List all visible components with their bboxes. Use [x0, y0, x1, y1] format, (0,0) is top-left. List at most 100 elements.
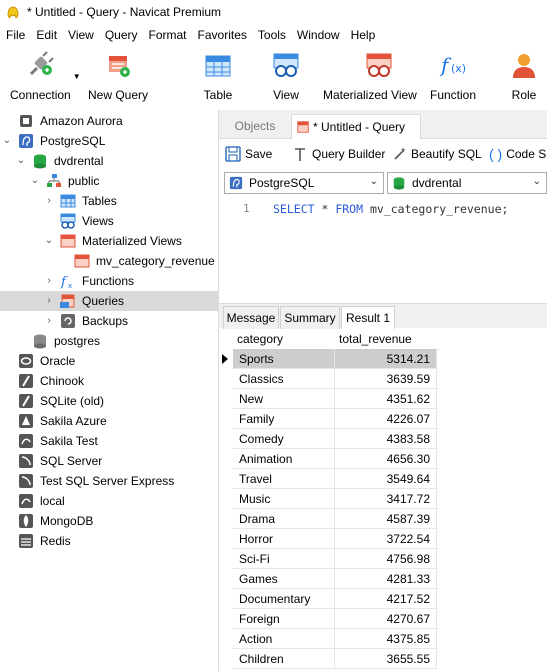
table-row[interactable]: Horror 3722.54 — [219, 529, 547, 549]
cell-category[interactable]: Travel — [233, 469, 335, 489]
tree-item-queries[interactable]: › Queries — [0, 291, 218, 311]
tree-item-sakila-azure[interactable]: Sakila Azure — [0, 411, 218, 431]
table-row[interactable]: Children 3655.55 — [219, 649, 547, 669]
table-row[interactable]: Animation 4656.30 — [219, 449, 547, 469]
tree-item-public[interactable]: ⌄ public — [0, 171, 218, 191]
connection-button[interactable]: Connection ▼ — [10, 50, 81, 102]
cell-category[interactable]: Comedy — [233, 429, 335, 449]
cell-category[interactable]: Action — [233, 629, 335, 649]
tab-summary[interactable]: Summary — [280, 306, 340, 330]
cell-total-revenue[interactable]: 3549.64 — [335, 469, 437, 489]
menu-window[interactable]: Window — [291, 28, 345, 42]
tree-item-chinook[interactable]: Chinook — [0, 371, 218, 391]
cell-total-revenue[interactable]: 5314.21 — [335, 349, 437, 369]
menu-query[interactable]: Query — [99, 28, 143, 42]
menu-format[interactable]: Format — [143, 28, 192, 42]
menu-edit[interactable]: Edit — [30, 28, 62, 42]
table-button[interactable]: Table — [203, 50, 233, 102]
tree-item-local[interactable]: local — [0, 491, 218, 511]
tree-item-sqlite-old[interactable]: SQLite (old) — [0, 391, 218, 411]
table-row[interactable]: Foreign 4270.67 — [219, 609, 547, 629]
cell-total-revenue[interactable]: 3655.55 — [335, 649, 437, 669]
database-select[interactable]: dvdrental ⌄ — [387, 172, 547, 194]
cell-category[interactable]: Documentary — [233, 589, 335, 609]
cell-category[interactable]: New — [233, 389, 335, 409]
tab-objects[interactable]: Objects — [225, 114, 285, 138]
table-row[interactable]: Comedy 4383.58 — [219, 429, 547, 449]
tab-message[interactable]: Message — [223, 306, 279, 330]
table-row[interactable]: New 4351.62 — [219, 389, 547, 409]
cell-category[interactable]: Animation — [233, 449, 335, 469]
tree-item-mongodb[interactable]: MongoDB — [0, 511, 218, 531]
chevron-right-icon[interactable]: › — [43, 295, 55, 307]
cell-total-revenue[interactable]: 3722.54 — [335, 529, 437, 549]
cell-total-revenue[interactable]: 4383.58 — [335, 429, 437, 449]
tree-item-tables[interactable]: › Tables — [0, 191, 218, 211]
tree-item-dvdrental[interactable]: ⌄ dvdrental — [0, 151, 218, 171]
cell-total-revenue[interactable]: 3639.59 — [335, 369, 437, 389]
role-button[interactable]: Role — [509, 50, 539, 102]
cell-category[interactable]: Drama — [233, 509, 335, 529]
tree-item-materialized-views[interactable]: ⌄ Materialized Views — [0, 231, 218, 251]
chevron-down-icon[interactable]: ⌄ — [29, 175, 41, 187]
menu-favorites[interactable]: Favorites — [192, 28, 252, 42]
table-row[interactable]: Sports 5314.21 — [219, 349, 547, 369]
table-row[interactable]: Games 4281.33 — [219, 569, 547, 589]
tree-item-functions[interactable]: › fx Functions — [0, 271, 218, 291]
cell-category[interactable]: Classics — [233, 369, 335, 389]
cell-category[interactable]: Horror — [233, 529, 335, 549]
save-button[interactable]: Save — [225, 146, 272, 162]
chevron-right-icon[interactable]: › — [43, 275, 55, 287]
cell-category[interactable]: Family — [233, 409, 335, 429]
cell-total-revenue[interactable]: 4375.85 — [335, 629, 437, 649]
cell-category[interactable]: Music — [233, 489, 335, 509]
tree-item-sakila-test[interactable]: Sakila Test — [0, 431, 218, 451]
table-row[interactable]: Drama 4587.39 — [219, 509, 547, 529]
tree-item-sql-server[interactable]: SQL Server — [0, 451, 218, 471]
view-button[interactable]: View — [271, 50, 301, 102]
connection-select[interactable]: PostgreSQL ⌄ — [224, 172, 384, 194]
table-row[interactable]: Classics 3639.59 — [219, 369, 547, 389]
cell-total-revenue[interactable]: 4226.07 — [335, 409, 437, 429]
tab-result-1[interactable]: Result 1 — [341, 306, 395, 330]
beautify-sql-button[interactable]: Beautify SQL — [392, 146, 482, 162]
cell-total-revenue[interactable]: 3417.72 — [335, 489, 437, 509]
cell-total-revenue[interactable]: 4656.30 — [335, 449, 437, 469]
menu-view[interactable]: View — [62, 28, 99, 42]
materialized-view-button[interactable]: Materialized View — [323, 50, 417, 102]
tree-item-test-sql-server-express[interactable]: Test SQL Server Express — [0, 471, 218, 491]
cell-total-revenue[interactable]: 4281.33 — [335, 569, 437, 589]
cell-category[interactable]: Sports — [233, 349, 335, 369]
table-row[interactable]: Family 4226.07 — [219, 409, 547, 429]
cell-category[interactable]: Games — [233, 569, 335, 589]
menu-file[interactable]: File — [0, 28, 30, 42]
chevron-down-icon[interactable]: ▼ — [73, 72, 81, 81]
table-row[interactable]: Travel 3549.64 — [219, 469, 547, 489]
tree-item-backups[interactable]: › Backups — [0, 311, 218, 331]
cell-total-revenue[interactable]: 4756.98 — [335, 549, 437, 569]
tree-item-amazon-aurora[interactable]: Amazon Aurora — [0, 111, 218, 131]
tree-item-postgresql[interactable]: ⌄ PostgreSQL — [0, 131, 218, 151]
chevron-right-icon[interactable]: › — [43, 315, 55, 327]
cell-total-revenue[interactable]: 4270.67 — [335, 609, 437, 629]
function-button[interactable]: f (x) Function — [430, 50, 476, 102]
menu-tools[interactable]: Tools — [252, 28, 291, 42]
tab-untitled-query[interactable]: * Untitled - Query — [291, 114, 421, 139]
column-header-total-revenue[interactable]: total_revenue — [335, 329, 439, 350]
query-builder-button[interactable]: Query Builder — [293, 146, 385, 162]
chevron-right-icon[interactable]: › — [43, 195, 55, 207]
chevron-down-icon[interactable]: ⌄ — [1, 135, 13, 147]
new-query-button[interactable]: New Query — [88, 50, 148, 102]
table-row[interactable]: Music 3417.72 — [219, 489, 547, 509]
column-header-category[interactable]: category — [233, 329, 339, 350]
tree-item-views[interactable]: Views — [0, 211, 218, 231]
cell-total-revenue[interactable]: 4351.62 — [335, 389, 437, 409]
table-row[interactable]: Sci-Fi 4756.98 — [219, 549, 547, 569]
tree-item-redis[interactable]: Redis — [0, 531, 218, 551]
cell-category[interactable]: Children — [233, 649, 335, 669]
sql-editor[interactable]: 1 SELECT * FROM mv_category_revenue; — [219, 196, 547, 298]
tree-item-oracle[interactable]: Oracle — [0, 351, 218, 371]
code-snippet-button[interactable]: ( ) Code S — [489, 146, 546, 162]
tree-item-mv-category-revenue[interactable]: mv_category_revenue — [0, 251, 218, 271]
cell-total-revenue[interactable]: 4587.39 — [335, 509, 437, 529]
